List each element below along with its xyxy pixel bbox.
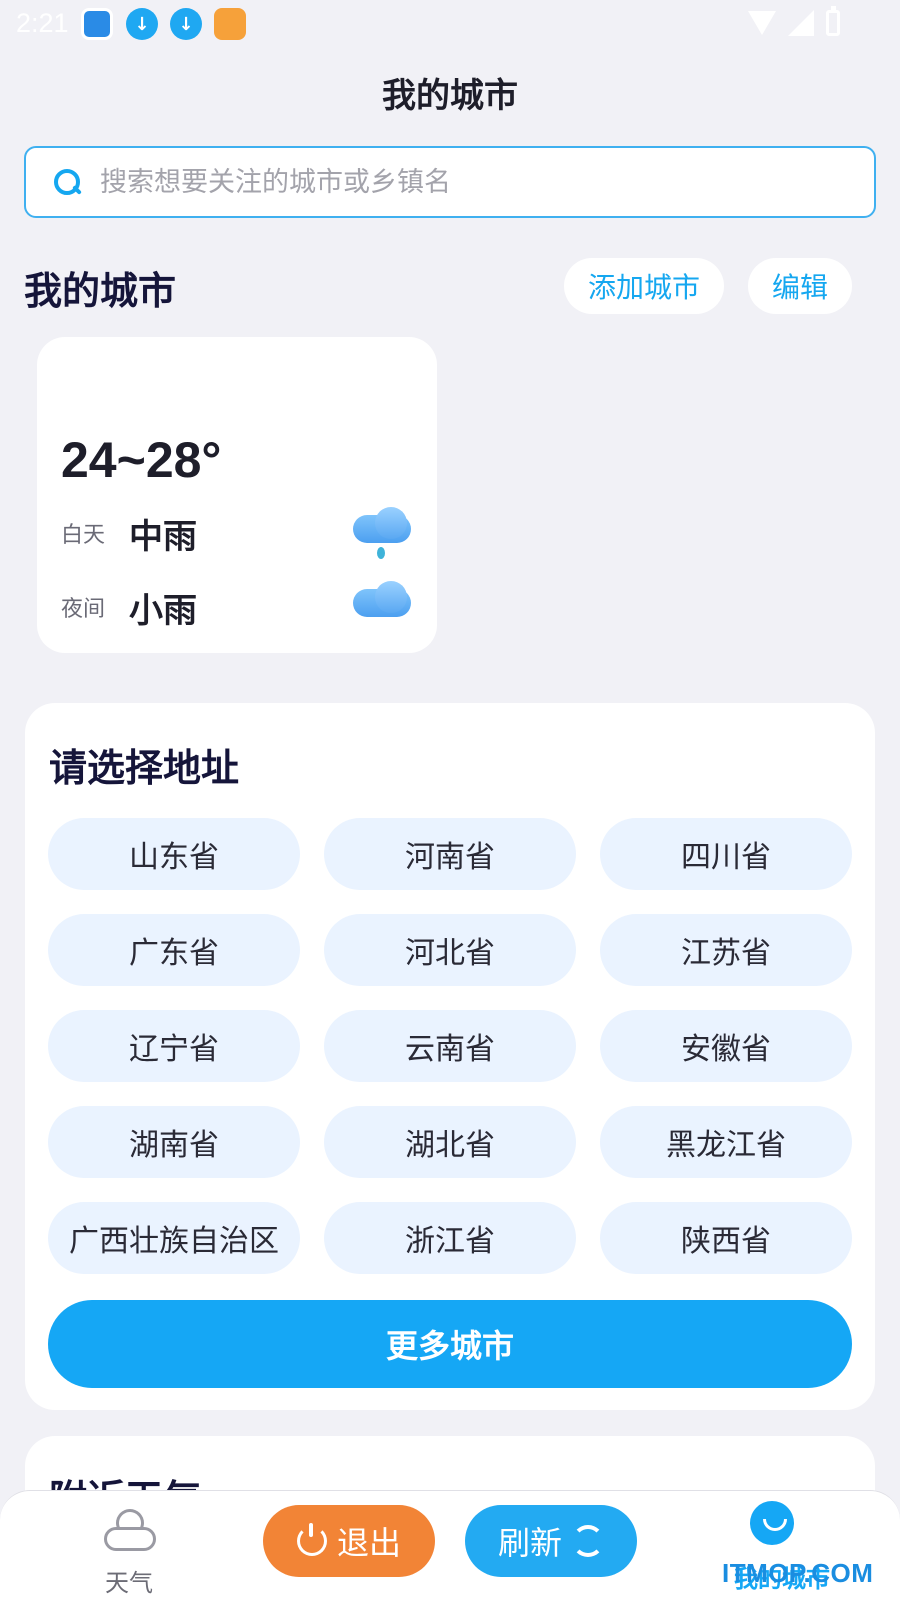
watermark: ITMOP.COM [722,1558,874,1588]
province-chip[interactable]: 山东省 [48,818,300,890]
province-chip[interactable]: 四川省 [600,818,852,890]
province-chip[interactable]: 河南省 [324,818,576,890]
nav-weather-label: 天气 [105,1569,153,1597]
province-chip[interactable]: 浙江省 [324,1202,576,1274]
day-condition: 中雨 [129,516,197,557]
exit-button[interactable]: 退出 [263,1505,435,1577]
moderate-rain-icon [353,507,411,559]
nav-item-weather[interactable]: 天气 [84,1501,174,1597]
day-condition-row: 白天 中雨 [61,509,197,557]
province-grid: 山东省 河南省 四川省 广东省 河北省 江苏省 辽宁省 云南省 安徽省 湖南省 … [48,818,852,1274]
refresh-icon [572,1525,604,1557]
night-condition: 小雨 [129,590,197,631]
my-cities-heading: 我的城市 [24,269,177,313]
status-time: 2:21 [16,8,69,38]
weather-app-icon [81,8,113,40]
province-chip[interactable]: 湖南省 [48,1106,300,1178]
address-heading: 请选择地址 [49,746,240,790]
day-label: 白天 [61,523,106,548]
province-chip[interactable]: 湖北省 [324,1106,576,1178]
light-rain-icon [353,581,411,621]
status-bar: 2:21 ↓ ↓ [0,0,900,48]
temperature-range: 24~28° [61,432,222,488]
smile-icon [750,1501,794,1545]
signal-icon [788,10,814,36]
page-title: 我的城市 [382,76,518,116]
province-chip[interactable]: 广东省 [48,914,300,986]
province-chip[interactable]: 江苏省 [600,914,852,986]
search-icon [52,167,82,197]
province-chip[interactable]: 辽宁省 [48,1010,300,1082]
search-input[interactable] [100,166,820,198]
province-chip[interactable]: 陕西省 [600,1202,852,1274]
refresh-label: 刷新 [497,1524,562,1562]
download-icon: ↓ [170,8,202,40]
screen: 2:21 ↓ ↓ 我的城市 我的城市 添加城市 编辑 24~28° 白天 中雨 … [0,0,900,1600]
battery-icon [826,6,840,36]
refresh-button[interactable]: 刷新 [465,1505,637,1577]
province-chip[interactable]: 安徽省 [600,1010,852,1082]
address-selector-card: 请选择地址 山东省 河南省 四川省 广东省 河北省 江苏省 辽宁省 云南省 安徽… [25,703,875,1410]
add-city-button[interactable]: 添加城市 [564,258,724,314]
province-chip[interactable]: 云南省 [324,1010,576,1082]
cloud-icon [104,1509,156,1551]
game-app-icon [214,8,246,40]
power-icon [296,1523,327,1556]
province-chip[interactable]: 河北省 [324,914,576,986]
more-cities-button[interactable]: 更多城市 [48,1300,852,1388]
night-label: 夜间 [61,597,106,622]
exit-label: 退出 [336,1524,401,1562]
province-chip[interactable]: 黑龙江省 [600,1106,852,1178]
download-icon: ↓ [126,8,158,40]
search-bar[interactable] [24,146,876,218]
edit-button[interactable]: 编辑 [748,258,852,314]
wifi-icon [748,11,776,35]
city-weather-card[interactable]: 24~28° 白天 中雨 夜间 小雨 [37,337,437,653]
status-indicators [748,6,840,36]
province-chip[interactable]: 广西壮族自治区 [48,1202,300,1274]
night-condition-row: 夜间 小雨 [61,583,197,631]
